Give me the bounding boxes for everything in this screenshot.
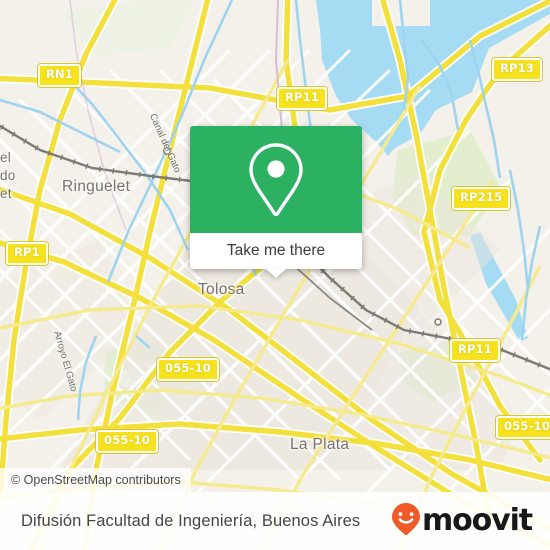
route-shield[interactable]: RN1 [38, 64, 82, 87]
route-shield[interactable]: RP215 [452, 187, 511, 210]
place-title: Difusión Facultad de Ingeniería, Buenos … [21, 511, 361, 530]
location-pin-icon [246, 142, 306, 218]
footer-bar: Difusión Facultad de Ingeniería, Buenos … [0, 492, 550, 550]
take-me-there-label: Take me there [226, 242, 326, 259]
destination-popup[interactable]: Take me there [190, 126, 362, 278]
place-label: Tolosa [198, 281, 245, 298]
popup-pointer-tail [266, 269, 286, 278]
place-label: do [0, 168, 16, 183]
route-shield[interactable]: RP11 [277, 87, 328, 110]
moovit-wordmark: moovit [421, 503, 533, 538]
route-shield[interactable]: RP11 [450, 339, 501, 362]
route-shield[interactable]: RP13 [492, 58, 543, 81]
moovit-map-screen: RN1 RP11 RP13 RP215 RP1 RP11 055-10 055-10 055-1… [0, 0, 550, 550]
moovit-logo[interactable]: moovit [391, 502, 533, 541]
place-label: et [0, 186, 12, 201]
route-shield[interactable]: 055-10 [96, 430, 158, 453]
osm-attribution-text: © OpenStreetMap contributors [11, 473, 181, 487]
take-me-there-button[interactable]: Take me there [190, 233, 362, 278]
place-label: el [0, 150, 12, 165]
place-label: Ringuelet [62, 178, 131, 195]
popup-header [190, 126, 362, 233]
route-shield[interactable]: 055-10 [496, 416, 550, 439]
moovit-smiley-pin-icon [391, 502, 421, 541]
place-label: La Plata [290, 436, 350, 453]
route-shield[interactable]: RP1 [6, 242, 48, 265]
osm-attribution[interactable]: © OpenStreetMap contributors [0, 468, 191, 492]
route-shield[interactable]: 055-10 [157, 358, 219, 381]
